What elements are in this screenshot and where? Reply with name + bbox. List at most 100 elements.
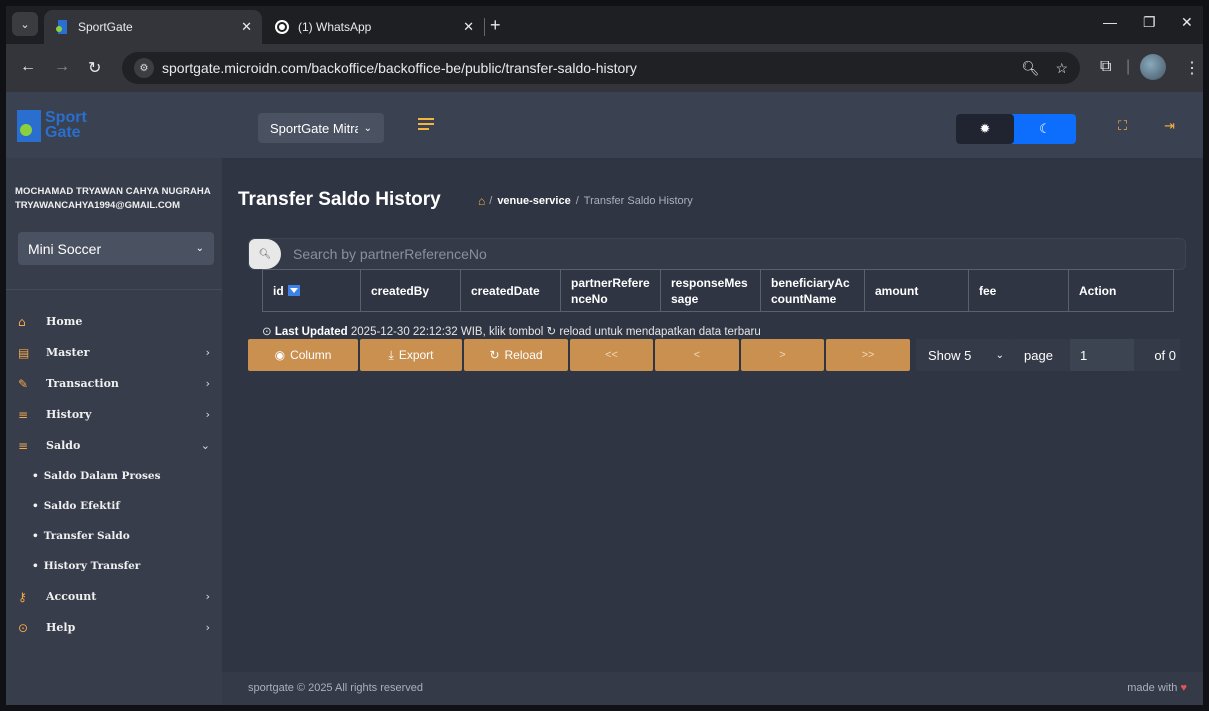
app-footer: sportgate © 2025 All rights reserved mad… — [222, 672, 1203, 705]
sidebar-item-account[interactable]: ⚷ Account › — [6, 581, 222, 612]
bullet-icon: • — [32, 530, 39, 542]
column-button[interactable]: ◉ Column — [248, 339, 358, 371]
logo-mark-icon — [17, 110, 41, 142]
column-header-responsemessage[interactable]: responseMes sage — [661, 270, 761, 311]
site-info-icon[interactable]: ⚙ — [134, 58, 154, 78]
clock-icon: ⊙ — [262, 326, 272, 338]
logout-icon[interactable]: ⇥ — [1164, 118, 1175, 134]
column-header-id[interactable]: id — [263, 270, 361, 311]
sidebar-item-transaction[interactable]: ✎ Transaction › — [6, 368, 222, 399]
download-icon: ⤓ — [388, 347, 394, 362]
sidebar-item-help[interactable]: ⊙ Help › — [6, 612, 222, 643]
tab-whatsapp[interactable]: (1) WhatsApp ✕ — [264, 10, 484, 44]
extensions-icon[interactable]: ⧉ — [1100, 58, 1111, 76]
zoom-icon[interactable]: 🔍︎ — [1022, 60, 1040, 77]
export-button[interactable]: ⤓ Export — [360, 339, 462, 371]
reload-icon[interactable]: ↻ — [88, 58, 101, 78]
mitra-select[interactable]: SportGate Mitra ⌄ — [258, 113, 384, 143]
sidebar-subitem-label: Saldo Dalam Proses — [43, 470, 161, 482]
window-close-icon[interactable]: ✕ — [1181, 14, 1193, 31]
sidebar-item-label: Home — [46, 315, 83, 328]
back-icon[interactable]: ← — [20, 58, 36, 76]
breadcrumb-venue-link[interactable]: venue-service — [497, 195, 570, 207]
sidebar-subitem-label: Saldo Efektif — [43, 500, 120, 512]
first-page-button[interactable]: << — [570, 339, 653, 371]
venue-select[interactable]: Mini Soccer ⌄ — [18, 232, 214, 265]
sidebar-item-label: Account — [46, 590, 97, 603]
reload-icon: ↻ — [546, 326, 557, 338]
last-page-button[interactable]: >> — [826, 339, 910, 371]
column-header-fee[interactable]: fee — [969, 270, 1069, 311]
sidebar-item-home[interactable]: ⌂ Home — [6, 306, 222, 337]
logo-area: Sport Gate — [6, 92, 222, 158]
light-mode-button[interactable]: ✹ — [956, 114, 1014, 144]
logo-text: Sport Gate — [45, 109, 87, 141]
new-tab-button[interactable]: + — [490, 15, 501, 36]
table-toolbar: ◉ Column ⤓ Export ↻ Reload << < > >> Sho… — [248, 339, 1186, 371]
sidebar-item-label: Help — [46, 621, 76, 634]
dark-mode-button[interactable]: ☾ — [1014, 114, 1076, 144]
sidebar-toggle-button[interactable] — [418, 118, 434, 133]
sidebar-subitem-transfer-saldo[interactable]: • Transfer Saldo — [6, 521, 222, 551]
sidebar-item-master[interactable]: ▤ Master › — [6, 337, 222, 368]
reload-button[interactable]: ↻ Reload — [464, 339, 568, 371]
column-header-action: Action — [1079, 283, 1117, 298]
chevron-down-icon: ⌄ — [195, 243, 204, 254]
profile-avatar[interactable] — [1140, 54, 1166, 80]
tab-sportgate[interactable]: SportGate ✕ — [44, 10, 262, 44]
main-content: Transfer Saldo History ⌂ / venue-service… — [222, 158, 1203, 672]
browser-menu-icon[interactable]: ⋮ — [1184, 58, 1200, 78]
edit-icon: ✎ — [18, 376, 29, 391]
prev-page-button[interactable]: < — [655, 339, 739, 371]
column-header-amount[interactable]: amount — [865, 270, 969, 311]
venue-select-value: Mini Soccer — [28, 240, 102, 257]
page-label: page — [1016, 339, 1070, 371]
breadcrumb-separator: / — [575, 195, 579, 207]
url-text[interactable]: sportgate.microidn.com/backoffice/backof… — [162, 60, 1006, 76]
footer-copyright: sportgate © 2025 All rights reserved — [248, 682, 424, 694]
sidebar-item-label: Saldo — [46, 439, 81, 452]
breadcrumb-separator: / — [489, 195, 493, 207]
moon-icon: ☾ — [1039, 121, 1051, 136]
user-name: MOCHAMAD TRYAWAN CAHYA NUGRAHA — [15, 186, 211, 197]
bookmark-star-icon[interactable]: ☆ — [1055, 60, 1068, 77]
browser-window: ⌄ SportGate ✕ (1) WhatsApp ✕ + — ❐ ✕ ← →… — [6, 6, 1203, 705]
search-input[interactable]: Search by partnerReferenceNo — [293, 246, 487, 262]
theme-toggle[interactable]: ✹ ☾ — [956, 114, 1076, 144]
sidebar: Sport Gate MOCHAMAD TRYAWAN CAHYA NUGRAH… — [6, 92, 222, 705]
key-icon: ⚷ — [18, 589, 27, 604]
sidebar-subitem-label: Transfer Saldo — [43, 530, 130, 542]
sort-icon[interactable] — [287, 285, 300, 296]
sidebar-item-saldo[interactable]: ≡ Saldo ⌄ — [6, 430, 222, 461]
column-header-partnerreferenceno[interactable]: partnerRefere nceNo — [561, 270, 661, 311]
next-page-button[interactable]: > — [741, 339, 824, 371]
column-header-beneficiaryaccountname[interactable]: beneficiaryAc countName — [761, 270, 865, 311]
home-icon[interactable]: ⌂ — [478, 194, 485, 208]
chevron-right-icon: › — [205, 377, 210, 390]
sidebar-item-history[interactable]: ≡ History › — [6, 399, 222, 430]
search-bar[interactable]: 🔍︎ Search by partnerReferenceNo — [248, 238, 1186, 270]
restore-icon[interactable]: ❐ — [1143, 14, 1156, 31]
sportgate-logo[interactable]: Sport Gate — [17, 110, 87, 142]
close-icon[interactable]: ✕ — [241, 19, 252, 35]
sun-icon: ✹ — [979, 121, 991, 136]
bullet-icon: • — [32, 500, 39, 512]
url-bar[interactable]: ⚙ sportgate.microidn.com/backoffice/back… — [122, 52, 1080, 84]
sidebar-subitem-history-transfer[interactable]: • History Transfer — [6, 551, 222, 581]
minimize-icon[interactable]: — — [1103, 14, 1117, 30]
page-size-select[interactable]: Show 5 ⌄ — [916, 339, 1016, 371]
tab-search-button[interactable]: ⌄ — [12, 12, 38, 36]
forward-icon[interactable]: → — [54, 58, 70, 76]
data-table-header: id createdBy createdDate partnerRefere n… — [262, 269, 1174, 312]
fullscreen-icon[interactable]: ⛶ — [1118, 118, 1127, 134]
page-size-value: Show 5 — [928, 347, 972, 363]
column-header-createddate[interactable]: createdDate — [461, 270, 561, 311]
sidebar-subitem-saldo-dalam-proses[interactable]: • Saldo Dalam Proses — [6, 461, 222, 491]
column-header-createdby[interactable]: createdBy — [361, 270, 461, 311]
sidebar-subitem-saldo-efektif[interactable]: • Saldo Efektif — [6, 491, 222, 521]
close-icon[interactable]: ✕ — [463, 19, 474, 35]
bullet-icon: • — [32, 560, 39, 572]
chevron-down-icon: ⌄ — [363, 122, 372, 134]
sidebar-item-label: Master — [46, 346, 90, 359]
page-number-input[interactable]: 1 — [1070, 339, 1134, 371]
